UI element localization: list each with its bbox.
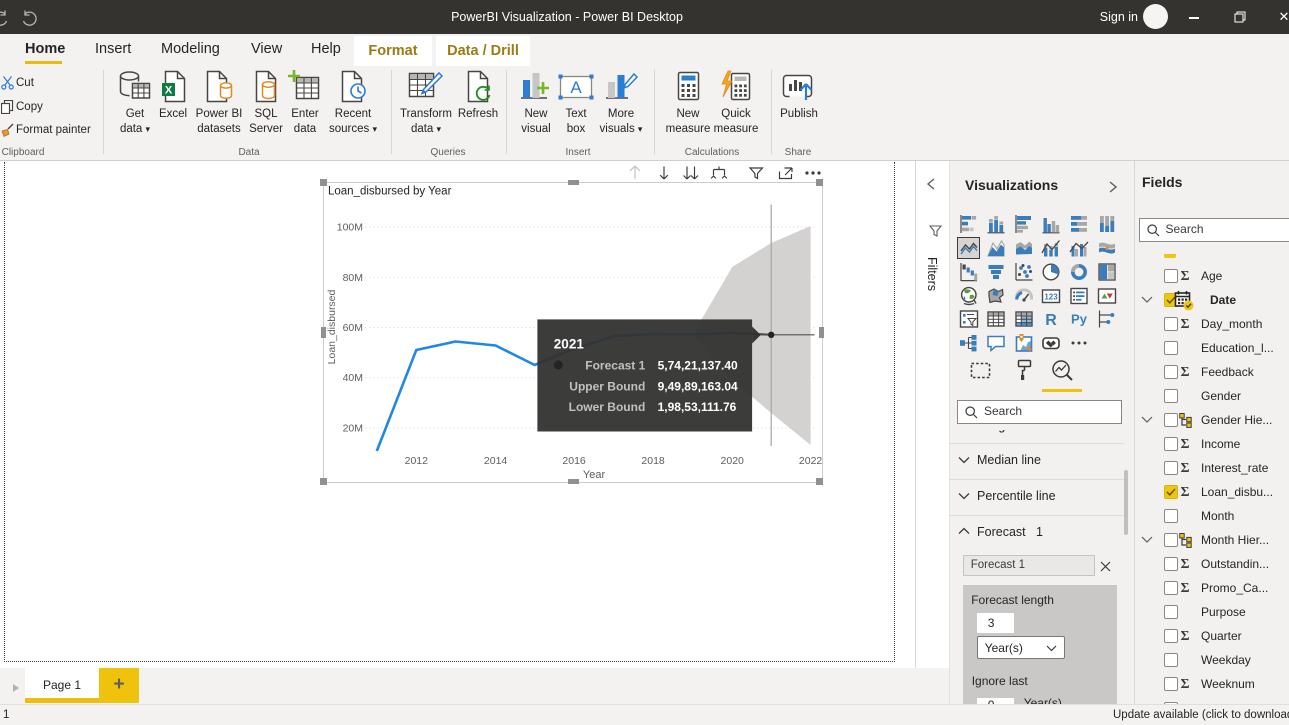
svg-text:Loan_disbursed by Year: Loan_disbursed by Year	[328, 186, 452, 198]
svg-text:9,49,89,163.04: 9,49,89,163.04	[658, 380, 738, 394]
svg-text:Loan_disbursed: Loan_disbursed	[326, 289, 338, 364]
svg-text:20M: 20M	[343, 423, 363, 435]
svg-text:2018: 2018	[641, 455, 665, 467]
svg-text:R: R	[1046, 312, 1058, 329]
svg-text:1,98,53,111.76: 1,98,53,111.76	[658, 400, 737, 414]
svg-text:Py: Py	[1071, 312, 1088, 327]
svg-text:2014: 2014	[484, 455, 508, 467]
svg-text:40M: 40M	[343, 372, 363, 384]
svg-text:Year: Year	[583, 469, 606, 481]
svg-text:Forecast 1: Forecast 1	[585, 359, 645, 373]
svg-text:Upper Bound: Upper Bound	[569, 380, 645, 394]
svg-text:2016: 2016	[562, 455, 586, 467]
svg-text:123: 123	[1045, 292, 1059, 301]
svg-text:Lower Bound: Lower Bound	[569, 400, 646, 414]
svg-text:2020: 2020	[721, 455, 745, 467]
svg-text:100M: 100M	[337, 222, 363, 234]
svg-text:60M: 60M	[343, 322, 363, 334]
svg-text:2012: 2012	[405, 455, 429, 467]
svg-text:2021: 2021	[554, 337, 585, 352]
svg-text:A: A	[570, 78, 582, 97]
svg-text:5,74,21,137.40: 5,74,21,137.40	[658, 359, 738, 373]
svg-text:80M: 80M	[343, 272, 363, 284]
svg-text:2022: 2022	[799, 455, 823, 467]
svg-text:X: X	[165, 85, 173, 97]
